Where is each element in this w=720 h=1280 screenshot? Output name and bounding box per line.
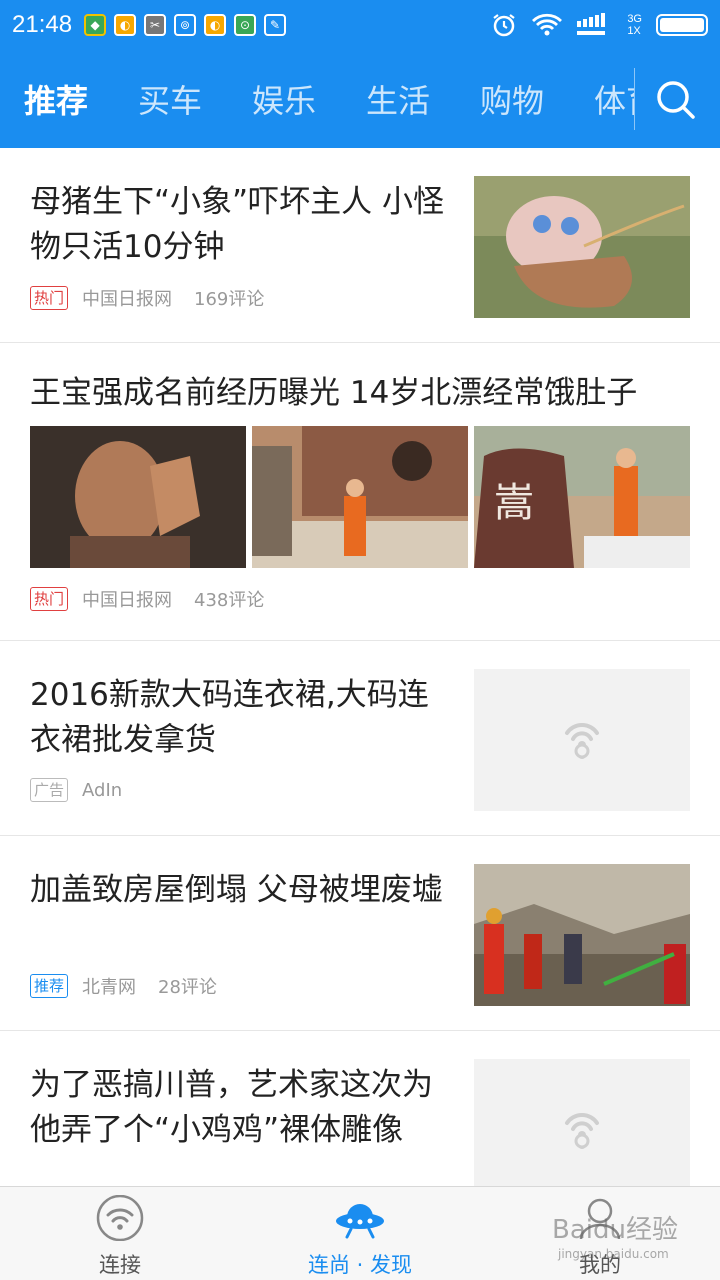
tab-connect[interactable]: 连接 <box>0 1187 240 1280</box>
news-thumbnail <box>474 864 690 1006</box>
news-title: 加盖致房屋倒塌 父母被埋废墟 <box>30 872 443 908</box>
app-notification-icon: ✂ <box>144 14 167 36</box>
news-title: 为了恶搞川普，艺术家这次为他弄了个“小鸡鸡”裸体雕像 <box>30 1067 433 1148</box>
placeholder-logo-icon <box>565 1113 599 1149</box>
tab-sports[interactable]: 体育 <box>594 76 634 122</box>
image-placeholder <box>474 669 690 811</box>
svg-text:jingyan.baidu.com: jingyan.baidu.com <box>557 1247 669 1261</box>
app-notification-icon: ◐ <box>114 14 137 36</box>
tab-cars[interactable]: 买车 <box>138 76 228 122</box>
comment-count: 169评论 <box>194 289 265 310</box>
app-notification-icon: ✎ <box>264 14 287 36</box>
news-item[interactable]: 王宝强成名前经历曝光 14岁北漂经常饿肚子 嵩 热门 中国日报网 438评论 <box>0 343 720 641</box>
category-tabs: 推荐 买车 娱乐 生活 购物 体育 <box>0 50 634 148</box>
battery-icon <box>656 14 708 36</box>
ad-source: AdIn <box>82 779 123 801</box>
news-item[interactable]: 母猪生下“小象”吓坏主人 小怪物只活10分钟 热门 中国日报网 169评论 <box>0 148 720 343</box>
app-notification-icon: ⊚ <box>174 14 197 36</box>
wifi-icon <box>96 1195 144 1241</box>
news-thumbnail: 嵩 <box>474 426 690 568</box>
news-item[interactable]: 加盖致房屋倒塌 父母被埋废墟 推荐 北青网 28评论 <box>0 836 720 1031</box>
ad-item[interactable]: 2016新款大码连衣裙,大码连衣裙批发拿货 广告 AdIn <box>0 641 720 836</box>
recommend-tag: 推荐 <box>30 974 69 998</box>
app-notification-icon: ◐ <box>204 14 227 36</box>
tab-label: 连接 <box>99 1253 141 1277</box>
app-notification-icon: ◆ <box>84 14 107 36</box>
wifi-signal-icon <box>532 13 563 36</box>
ad-tag: 广告 <box>30 778 69 802</box>
news-source: 中国日报网 <box>82 289 173 310</box>
baidu-jingyan-watermark: Baidu经验 jingyan.baidu.com <box>552 1215 678 1261</box>
comment-count: 28评论 <box>158 977 217 998</box>
placeholder-logo-icon <box>565 723 599 759</box>
top-nav-bar: 推荐 买车 娱乐 生活 购物 体育 <box>0 50 720 148</box>
news-meta: 推荐 北青网 28评论 <box>30 973 217 999</box>
news-thumbnail <box>252 426 468 568</box>
news-source: 北青网 <box>82 977 137 998</box>
search-icon[interactable] <box>650 74 702 126</box>
news-title: 母猪生下“小象”吓坏主人 小怪物只活10分钟 <box>30 184 444 265</box>
nav-divider <box>634 68 635 130</box>
tab-life[interactable]: 生活 <box>366 76 456 122</box>
news-source: 中国日报网 <box>82 590 173 611</box>
tab-recommend[interactable]: 推荐 <box>24 76 114 122</box>
hot-tag: 热门 <box>30 587 69 611</box>
network-type: 3G 1X <box>627 13 642 37</box>
news-thumbnail <box>474 176 690 318</box>
svg-text:嵩: 嵩 <box>494 480 534 526</box>
ad-title: 2016新款大码连衣裙,大码连衣裙批发拿货 <box>30 677 429 758</box>
tab-entertainment[interactable]: 娱乐 <box>252 76 342 122</box>
image-placeholder <box>474 1059 690 1201</box>
news-meta: 广告 AdIn <box>30 778 144 802</box>
news-item[interactable]: 为了恶搞川普，艺术家这次为他弄了个“小鸡鸡”裸体雕像 <box>0 1031 720 1201</box>
notification-icons: ◆ ◐ ✂ ⊚ ◐ ⊙ ✎ <box>84 14 287 36</box>
tab-discover[interactable]: 连尚 · 发现 <box>240 1187 480 1280</box>
comment-count: 438评论 <box>194 590 265 611</box>
news-title: 王宝强成名前经历曝光 14岁北漂经常饿肚子 <box>30 375 638 411</box>
svg-text:Baidu经验: Baidu经验 <box>552 1215 678 1245</box>
hot-tag: 热门 <box>30 286 69 310</box>
ufo-icon <box>336 1204 384 1239</box>
news-meta: 热门 中国日报网 438评论 <box>30 586 264 612</box>
tab-label: 连尚 · 发现 <box>307 1253 413 1277</box>
app-notification-icon: ⊙ <box>234 14 257 36</box>
status-time: 21:48 <box>12 11 73 38</box>
tab-shopping[interactable]: 购物 <box>480 76 570 122</box>
cell-signal-icon <box>577 13 606 35</box>
status-bar: 21:48 ◆ ◐ ✂ ⊚ ◐ ⊙ ✎ 3G 1X <box>0 0 720 50</box>
news-thumbnail <box>30 426 246 568</box>
news-meta: 热门 中国日报网 169评论 <box>30 285 264 311</box>
alarm-icon <box>493 14 515 37</box>
